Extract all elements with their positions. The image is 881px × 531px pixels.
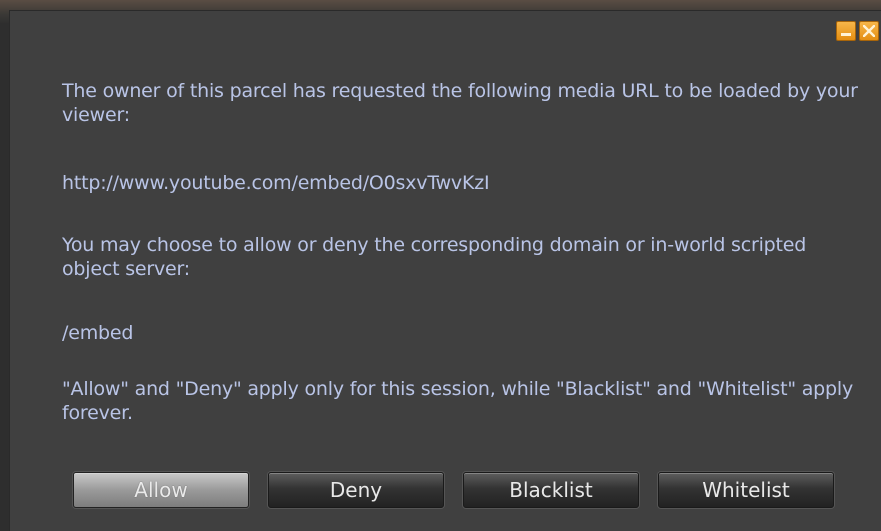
choice-message: You may choose to allow or deny the corr… bbox=[62, 234, 807, 280]
scope-note: "Allow" and "Deny" apply only for this s… bbox=[62, 378, 854, 424]
media-url: http://www.youtube.com/embed/O0sxvTwvKzI bbox=[62, 172, 490, 194]
deny-button[interactable]: Deny bbox=[268, 472, 444, 508]
intro-message: The owner of this parcel has requested t… bbox=[62, 80, 858, 126]
window-controls bbox=[836, 21, 879, 41]
blacklist-button[interactable]: Blacklist bbox=[463, 472, 639, 508]
allow-button[interactable]: Allow bbox=[73, 472, 249, 508]
media-permission-dialog: The owner of this parcel has requested t… bbox=[9, 10, 881, 531]
minimize-icon[interactable] bbox=[836, 21, 856, 41]
close-icon[interactable] bbox=[859, 21, 879, 41]
whitelist-button[interactable]: Whitelist bbox=[658, 472, 834, 508]
domain-text: /embed bbox=[62, 322, 134, 344]
button-row: Allow Deny Blacklist Whitelist bbox=[73, 472, 834, 508]
